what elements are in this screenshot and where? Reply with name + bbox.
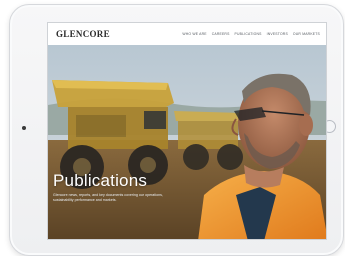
nav-item-our-markets[interactable]: Our markets	[293, 32, 320, 36]
site-header: GLENCORE Who we are Careers Publications…	[48, 23, 326, 45]
nav-item-careers[interactable]: Careers	[212, 32, 230, 36]
page-title: Publications	[53, 171, 148, 190]
tablet-screen: GLENCORE Who we are Careers Publications…	[47, 22, 327, 240]
tablet-frame: GLENCORE Who we are Careers Publications…	[9, 4, 344, 256]
hero-image	[48, 45, 326, 239]
main-nav: Who we are Careers Publications Investor…	[182, 32, 320, 36]
camera-icon	[22, 126, 26, 130]
hero-description: Glencore news, reports, and key document…	[53, 193, 163, 202]
nav-item-publications[interactable]: Publications	[235, 32, 262, 36]
hero-banner: Publications Glencore news, reports, and…	[48, 45, 326, 239]
nav-item-investors[interactable]: Investors	[267, 32, 288, 36]
nav-item-who-we-are[interactable]: Who we are	[182, 32, 206, 36]
logo[interactable]: GLENCORE	[56, 29, 110, 39]
